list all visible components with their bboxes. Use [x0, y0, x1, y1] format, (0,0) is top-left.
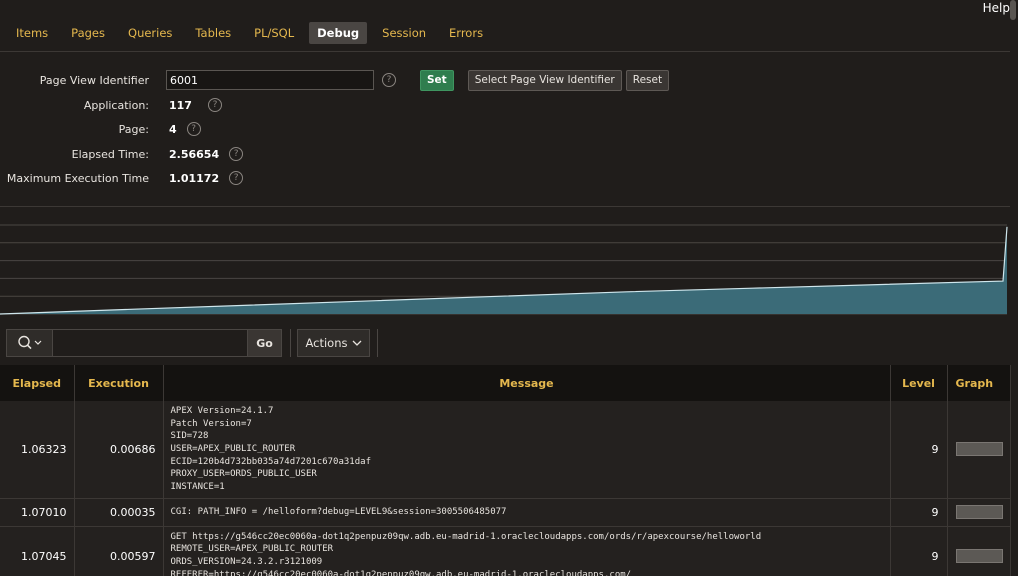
table-row: 1.06323 0.00686 APEX Version=24.1.7 Patc… [0, 401, 1011, 499]
elapsed-value: 2.56654 [169, 147, 220, 161]
column-header-graph[interactable]: Graph [947, 365, 1011, 401]
elapsed-label: Elapsed Time: [71, 147, 149, 161]
set-button[interactable]: Set [420, 69, 454, 91]
column-header-execution[interactable]: Execution [74, 365, 164, 401]
cell-graph [947, 526, 1011, 576]
maxexec-label: Maximum Execution Time [6, 171, 149, 185]
column-header-elapsed[interactable]: Elapsed [0, 365, 75, 401]
help-link[interactable]: Help [983, 1, 1010, 15]
help-icon[interactable]: ? [207, 98, 222, 112]
cell-elapsed: 1.07045 [0, 526, 75, 576]
toolbar-divider [377, 329, 378, 357]
cell-level: 9 [890, 526, 948, 576]
cell-message: APEX Version=24.1.7 Patch Version=7 SID=… [163, 401, 891, 499]
table-row: 1.07045 0.00597 GET https://g546cc20ec00… [0, 526, 1011, 576]
graph-bar [955, 442, 1003, 457]
tab-plsql[interactable]: PL/SQL [246, 22, 302, 44]
cell-graph [947, 401, 1011, 499]
maxexec-row: Maximum Execution Time 1.01172 ? [0, 167, 244, 189]
cell-level: 9 [890, 498, 948, 527]
column-header-level[interactable]: Level [890, 365, 948, 401]
cell-level: 9 [890, 401, 948, 499]
pvid-label: Page View Identifier [39, 73, 149, 87]
chevron-down-icon [352, 340, 361, 346]
elapsed-row: Elapsed Time: 2.56654 ? [0, 143, 244, 165]
pvid-row: Page View Identifier ? Set Select Page V… [0, 69, 670, 91]
select-pvid-button[interactable]: Select Page View Identifier [467, 69, 622, 91]
table-header-row: Elapsed Execution Message Level Graph [0, 365, 1011, 401]
actions-menu-button[interactable]: Actions [297, 329, 370, 357]
help-icon[interactable]: ? [382, 73, 396, 87]
tab-session[interactable]: Session [374, 22, 434, 44]
cell-execution: 0.00597 [74, 526, 164, 576]
scrollbar[interactable] [1010, 0, 1016, 20]
graph-bar [955, 505, 1003, 519]
cell-message: GET https://g546cc20ec0060a-dot1q2penpuz… [163, 526, 891, 576]
actions-label: Actions [305, 336, 348, 350]
help-icon[interactable]: ? [229, 171, 244, 185]
cell-execution: 0.00686 [74, 401, 164, 499]
application-value: 117 [169, 98, 192, 112]
page-value: 4 [169, 122, 177, 136]
search-bar: Go [6, 329, 282, 357]
tab-pages[interactable]: Pages [63, 22, 113, 44]
graph-bar [955, 549, 1003, 563]
debug-messages-table: Elapsed Execution Message Level Graph 1.… [0, 365, 1011, 576]
cell-graph [947, 498, 1011, 527]
chart-area [0, 226, 1007, 314]
report-toolbar: Go Actions [0, 322, 1010, 364]
page-row: Page: 4 ? [0, 118, 201, 140]
cell-execution: 0.00035 [74, 498, 164, 527]
pvid-input[interactable] [166, 70, 374, 90]
elapsed-chart-svg [0, 224, 1008, 315]
reset-button[interactable]: Reset [625, 69, 670, 91]
search-column-selector[interactable] [7, 330, 53, 356]
cell-elapsed: 1.07010 [0, 498, 75, 527]
tab-errors[interactable]: Errors [441, 22, 491, 44]
column-header-message[interactable]: Message [163, 365, 891, 401]
debug-tabs: Items Pages Queries Tables PL/SQL Debug … [8, 22, 498, 44]
elapsed-chart [0, 206, 1010, 316]
help-icon[interactable]: ? [229, 147, 244, 161]
page-label: Page: [118, 122, 149, 136]
cell-message: CGI: PATH_INFO = /helloform?debug=LEVEL9… [163, 498, 891, 527]
help-icon[interactable]: ? [186, 122, 201, 136]
toolbar-divider [290, 329, 291, 357]
tab-tables[interactable]: Tables [187, 22, 239, 44]
application-label: Application: [83, 98, 149, 112]
search-icon [17, 335, 41, 350]
go-button[interactable]: Go [247, 330, 281, 356]
search-input[interactable] [53, 330, 247, 356]
cell-elapsed: 1.06323 [0, 401, 75, 499]
tab-divider [0, 51, 1010, 52]
application-row: Application: 117 ? [0, 94, 222, 116]
tab-queries[interactable]: Queries [120, 22, 180, 44]
tab-debug[interactable]: Debug [309, 22, 368, 44]
table-row: 1.07010 0.00035 CGI: PATH_INFO = /hellof… [0, 498, 1011, 527]
tab-items[interactable]: Items [8, 22, 56, 44]
maxexec-value: 1.01172 [169, 171, 220, 185]
